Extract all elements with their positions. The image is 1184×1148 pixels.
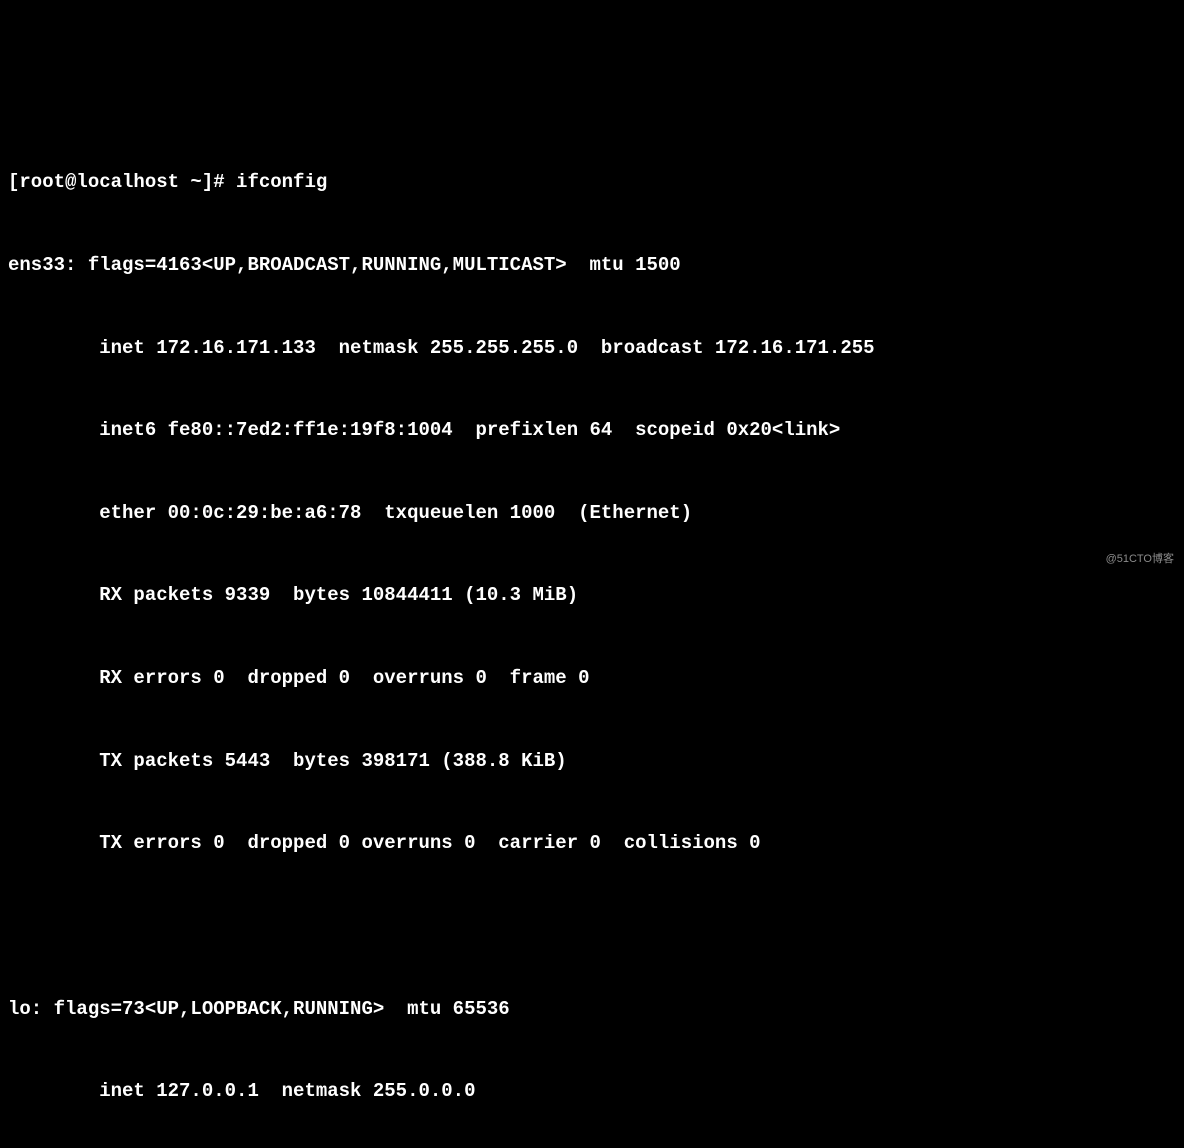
iface-line: RX errors 0 dropped 0 overruns 0 frame 0 (8, 665, 1176, 693)
iface-line: TX packets 5443 bytes 398171 (388.8 KiB) (8, 748, 1176, 776)
terminal-output[interactable]: [root@localhost ~]# ifconfig ens33: flag… (8, 114, 1176, 1148)
watermark: @51CTO博客 (1106, 552, 1174, 568)
iface-line: inet 127.0.0.1 netmask 255.0.0.0 (8, 1078, 1176, 1106)
iface-line: inet6 fe80::7ed2:ff1e:19f8:1004 prefixle… (8, 417, 1176, 445)
iface-line: RX packets 9339 bytes 10844411 (10.3 MiB… (8, 582, 1176, 610)
command-prompt: [root@localhost ~]# ifconfig (8, 169, 1176, 197)
iface-header: ens33: flags=4163<UP,BROADCAST,RUNNING,M… (8, 252, 1176, 280)
iface-line: inet 172.16.171.133 netmask 255.255.255.… (8, 335, 1176, 363)
iface-line: TX errors 0 dropped 0 overruns 0 carrier… (8, 830, 1176, 858)
iface-header: lo: flags=73<UP,LOOPBACK,RUNNING> mtu 65… (8, 996, 1176, 1024)
blank-line (8, 913, 1176, 941)
iface-line: ether 00:0c:29:be:a6:78 txqueuelen 1000 … (8, 500, 1176, 528)
